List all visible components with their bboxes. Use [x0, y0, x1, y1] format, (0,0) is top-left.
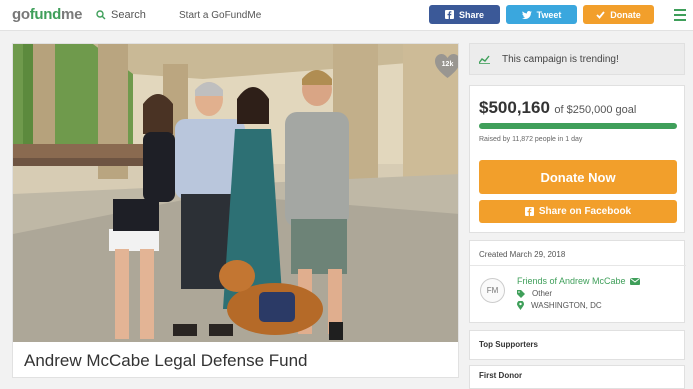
- progress-bar: [479, 123, 677, 129]
- campaign-photo-card: 12k Andrew McCabe Legal Defense Fund: [12, 43, 459, 378]
- tweet-label: Tweet: [536, 9, 562, 20]
- organizer-card: Created March 29, 2018 FM Friends of And…: [469, 240, 686, 323]
- share-button[interactable]: Share: [429, 5, 500, 24]
- progress-fill: [479, 123, 677, 129]
- organizer-name-link[interactable]: Friends of Andrew McCabe: [517, 276, 640, 286]
- share-on-facebook-label: Share on Facebook: [538, 206, 632, 217]
- tag-icon: [517, 289, 525, 298]
- search-icon: [96, 10, 106, 20]
- facebook-icon: [444, 10, 454, 19]
- goal-text: of $250,000 goal: [554, 104, 637, 116]
- checkmark-icon: [596, 10, 605, 19]
- gofundme-logo[interactable]: gofundme: [12, 6, 82, 23]
- top-supporters-card: Top Supporters: [469, 330, 685, 360]
- raised-by-text: Raised by 11,872 people in 1 day: [479, 136, 583, 143]
- start-gofundme-link[interactable]: Start a GoFundMe: [179, 10, 261, 21]
- trending-text: This campaign is trending!: [502, 53, 619, 65]
- category-label: Other: [532, 289, 553, 298]
- campaign-photo: [13, 44, 458, 342]
- first-donor-heading: First Donor: [479, 371, 523, 380]
- donate-label: Donate: [610, 9, 641, 20]
- facebook-icon: [524, 207, 534, 216]
- created-date: Created March 29, 2018: [479, 250, 566, 259]
- search-label: Search: [111, 9, 146, 21]
- donate-now-button[interactable]: Donate Now: [479, 160, 677, 194]
- divider: [470, 265, 686, 266]
- organizer-category[interactable]: Other: [517, 289, 552, 298]
- trending-chart-icon: [479, 55, 490, 64]
- organizer-location: WASHINGTON, DC: [517, 301, 602, 310]
- top-supporters-heading: Top Supporters: [479, 340, 538, 349]
- raised-amount: $500,160: [479, 98, 550, 117]
- campaign-title: Andrew McCabe Legal Defense Fund: [24, 351, 308, 370]
- header-donate-button[interactable]: Donate: [583, 5, 654, 24]
- heart-button[interactable]: 12k: [434, 53, 458, 80]
- raised-line: $500,160 of $250,000 goal: [479, 98, 636, 118]
- twitter-icon: [521, 10, 532, 19]
- search-link[interactable]: Search: [96, 9, 146, 21]
- top-nav: gofundme Search Start a GoFundMe Share T…: [0, 0, 693, 31]
- heart-count: 12k: [441, 61, 454, 68]
- envelope-icon[interactable]: [629, 277, 640, 285]
- share-on-facebook-button[interactable]: Share on Facebook: [479, 200, 677, 223]
- organizer-name: Friends of Andrew McCabe: [517, 276, 626, 286]
- first-donor-card: First Donor: [469, 365, 685, 389]
- title-bar: Andrew McCabe Legal Defense Fund: [13, 342, 458, 377]
- organizer-avatar: FM: [480, 278, 505, 303]
- hamburger-menu-icon[interactable]: [674, 9, 686, 24]
- tweet-button[interactable]: Tweet: [506, 5, 577, 24]
- share-label: Share: [458, 9, 484, 20]
- location-pin-icon: [517, 301, 524, 310]
- location-label: WASHINGTON, DC: [531, 301, 602, 310]
- donation-card: $500,160 of $250,000 goal Raised by 11,8…: [469, 85, 685, 233]
- trending-banner: This campaign is trending!: [469, 43, 685, 75]
